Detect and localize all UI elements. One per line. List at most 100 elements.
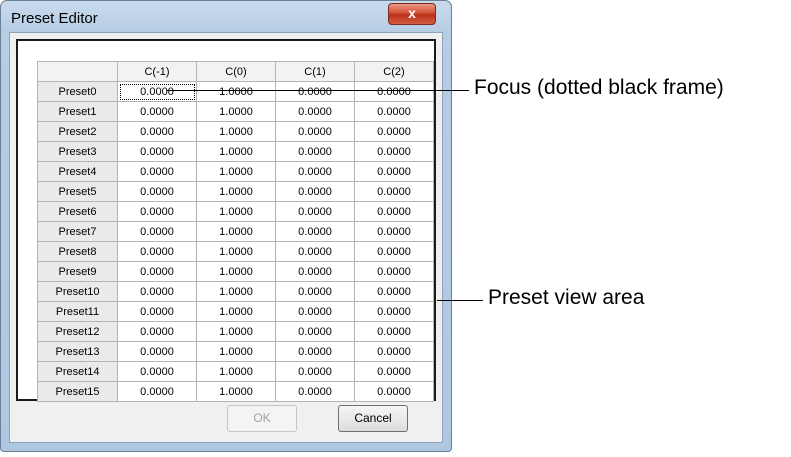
value-cell[interactable]: 0.0000	[275, 261, 355, 282]
value-cell[interactable]: 1.0000	[196, 361, 276, 382]
table-row: Preset1 0.0000 1.0000 0.0000 0.0000	[37, 101, 434, 122]
value-cell[interactable]: 1.0000	[196, 81, 276, 102]
table-row: Preset2 0.0000 1.0000 0.0000 0.0000	[37, 121, 434, 142]
table-row: Preset13 0.0000 1.0000 0.0000 0.0000	[37, 341, 434, 362]
table-row: Preset15 0.0000 1.0000 0.0000 0.0000	[37, 381, 434, 402]
preset-grid: C(-1) C(0) C(1) C(2) Preset0 0.0000 1.0000 0.0…	[37, 61, 434, 402]
value-cell[interactable]: 0.0000	[117, 101, 197, 122]
value-cell[interactable]: 0.0000	[275, 181, 355, 202]
value-cell[interactable]: 1.0000	[196, 101, 276, 122]
value-cell[interactable]: 0.0000	[117, 181, 197, 202]
value-cell[interactable]: 1.0000	[196, 121, 276, 142]
value-cell[interactable]: 0.0000	[275, 281, 355, 302]
value-cell[interactable]: 0.0000	[354, 341, 434, 362]
value-cell[interactable]: 0.0000	[117, 81, 197, 102]
column-header: C(2)	[354, 61, 434, 82]
row-header: Preset13	[37, 341, 118, 362]
value-cell[interactable]: 0.0000	[117, 121, 197, 142]
value-cell[interactable]: 0.0000	[117, 201, 197, 222]
value-cell[interactable]: 0.0000	[117, 321, 197, 342]
value-cell[interactable]: 0.0000	[354, 81, 434, 102]
value-cell[interactable]: 0.0000	[117, 341, 197, 362]
value-cell[interactable]: 0.0000	[275, 301, 355, 322]
value-cell[interactable]: 0.0000	[275, 341, 355, 362]
row-header: Preset4	[37, 161, 118, 182]
value-cell[interactable]: 0.0000	[275, 321, 355, 342]
table-row: Preset5 0.0000 1.0000 0.0000 0.0000	[37, 181, 434, 202]
value-cell[interactable]: 0.0000	[117, 301, 197, 322]
preset-editor-window: Preset Editor x C(-1) C(0) C(1) C(2) Preset…	[0, 0, 452, 452]
value-cell[interactable]: 0.0000	[275, 101, 355, 122]
value-cell[interactable]: 1.0000	[196, 241, 276, 262]
value-cell[interactable]: 0.0000	[354, 221, 434, 242]
value-cell[interactable]: 0.0000	[275, 161, 355, 182]
value-cell[interactable]: 0.0000	[117, 141, 197, 162]
focus-pointer-line	[167, 90, 469, 91]
value-cell[interactable]: 0.0000	[354, 121, 434, 142]
table-row: Preset12 0.0000 1.0000 0.0000 0.0000	[37, 321, 434, 342]
value-cell[interactable]: 1.0000	[196, 301, 276, 322]
preset-view-area[interactable]: C(-1) C(0) C(1) C(2) Preset0 0.0000 1.0000 0.0…	[16, 39, 436, 402]
value-cell[interactable]: 1.0000	[196, 381, 276, 402]
value-cell[interactable]: 0.0000	[354, 361, 434, 382]
value-cell[interactable]: 0.0000	[275, 141, 355, 162]
table-row: Preset4 0.0000 1.0000 0.0000 0.0000	[37, 161, 434, 182]
dialog-client-area: C(-1) C(0) C(1) C(2) Preset0 0.0000 1.0000 0.0…	[9, 32, 443, 443]
value-cell[interactable]: 1.0000	[196, 141, 276, 162]
value-cell[interactable]: 1.0000	[196, 261, 276, 282]
value-cell[interactable]: 1.0000	[196, 221, 276, 242]
preset-table: C(-1) C(0) C(1) C(2) Preset0 0.0000 1.0000 0.0…	[37, 61, 434, 402]
row-header: Preset9	[37, 261, 118, 282]
value-cell[interactable]: 0.0000	[275, 381, 355, 402]
value-cell[interactable]: 0.0000	[354, 101, 434, 122]
value-cell[interactable]: 0.0000	[354, 241, 434, 262]
value-cell[interactable]: 0.0000	[275, 201, 355, 222]
table-row: Preset8 0.0000 1.0000 0.0000 0.0000	[37, 241, 434, 262]
value-cell[interactable]: 0.0000	[275, 241, 355, 262]
value-cell[interactable]: 1.0000	[196, 201, 276, 222]
value-cell[interactable]: 0.0000	[275, 361, 355, 382]
value-cell[interactable]: 0.0000	[117, 361, 197, 382]
row-header: Preset6	[37, 201, 118, 222]
view-area-annotation: Preset view area	[488, 286, 645, 309]
value-cell[interactable]: 0.0000	[354, 261, 434, 282]
value-cell[interactable]: 0.0000	[117, 281, 197, 302]
row-header: Preset1	[37, 101, 118, 122]
value-cell[interactable]: 0.0000	[354, 321, 434, 342]
value-cell[interactable]: 0.0000	[354, 161, 434, 182]
value-cell[interactable]: 0.0000	[354, 201, 434, 222]
table-row: Preset7 0.0000 1.0000 0.0000 0.0000	[37, 221, 434, 242]
value-cell[interactable]: 1.0000	[196, 341, 276, 362]
value-cell[interactable]: 0.0000	[117, 221, 197, 242]
value-cell[interactable]: 1.0000	[196, 161, 276, 182]
table-row: Preset9 0.0000 1.0000 0.0000 0.0000	[37, 261, 434, 282]
column-header: C(1)	[275, 61, 355, 82]
row-header: Preset15	[37, 381, 118, 402]
value-cell[interactable]: 0.0000	[275, 121, 355, 142]
value-cell[interactable]: 0.0000	[354, 281, 434, 302]
view-area-pointer-line	[437, 300, 483, 301]
focus-annotation: Focus (dotted black frame)	[474, 76, 724, 99]
row-header: Preset14	[37, 361, 118, 382]
value-cell[interactable]: 0.0000	[354, 301, 434, 322]
value-cell[interactable]: 0.0000	[117, 161, 197, 182]
value-cell[interactable]: 1.0000	[196, 181, 276, 202]
corner-header	[37, 61, 118, 82]
row-header: Preset10	[37, 281, 118, 302]
value-cell[interactable]: 0.0000	[354, 181, 434, 202]
value-cell[interactable]: 0.0000	[117, 381, 197, 402]
row-header: Preset7	[37, 221, 118, 242]
value-cell[interactable]: 0.0000	[117, 261, 197, 282]
value-cell[interactable]: 1.0000	[196, 281, 276, 302]
value-cell[interactable]: 0.0000	[117, 241, 197, 262]
value-cell[interactable]: 0.0000	[354, 141, 434, 162]
ok-button[interactable]: OK	[227, 405, 297, 432]
value-cell[interactable]: 0.0000	[275, 221, 355, 242]
close-button[interactable]: x	[388, 3, 436, 25]
close-icon: x	[408, 5, 416, 21]
value-cell[interactable]: 0.0000	[275, 81, 355, 102]
table-row: Preset3 0.0000 1.0000 0.0000 0.0000	[37, 141, 434, 162]
value-cell[interactable]: 0.0000	[354, 381, 434, 402]
cancel-button[interactable]: Cancel	[338, 405, 408, 432]
value-cell[interactable]: 1.0000	[196, 321, 276, 342]
